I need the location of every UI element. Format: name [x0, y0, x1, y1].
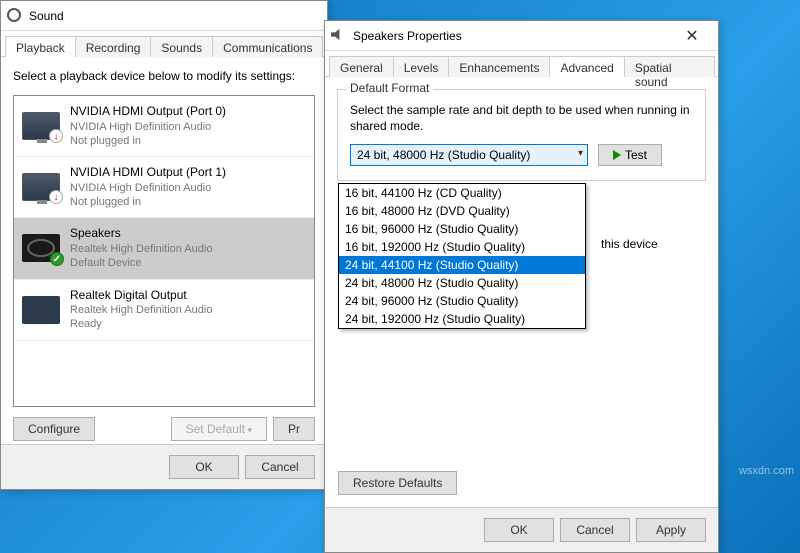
monitor-icon: [22, 173, 60, 201]
speakers-properties-window: Speakers Properties ✕ General Levels Enh…: [324, 20, 719, 553]
speaker-icon: [22, 234, 60, 262]
device-status: Not plugged in: [70, 134, 306, 148]
close-icon[interactable]: ✕: [672, 26, 712, 46]
format-combobox[interactable]: 24 bit, 48000 Hz (Studio Quality): [350, 144, 588, 166]
sound-tabs: Playback Recording Sounds Communications: [1, 31, 327, 57]
playback-instruction: Select a playback device below to modify…: [13, 69, 315, 83]
sound-window: Sound Playback Recording Sounds Communic…: [0, 0, 328, 490]
device-text: Realtek Digital OutputRealtek High Defin…: [70, 288, 306, 332]
cancel-button[interactable]: Cancel: [245, 455, 315, 479]
props-dialog-buttons: OK Cancel Apply: [325, 507, 718, 552]
ok-button[interactable]: OK: [484, 518, 554, 542]
sound-title: Sound: [29, 9, 321, 23]
format-option[interactable]: 24 bit, 44100 Hz (Studio Quality): [339, 256, 585, 274]
format-dropdown-list[interactable]: 16 bit, 44100 Hz (CD Quality)16 bit, 480…: [338, 183, 586, 329]
exclusive-partial-text: this device: [601, 237, 658, 251]
sound-titlebar[interactable]: Sound: [1, 1, 327, 31]
speaker-icon: [331, 28, 347, 44]
play-icon: [613, 150, 621, 160]
format-option[interactable]: 24 bit, 96000 Hz (Studio Quality): [339, 292, 585, 310]
test-button[interactable]: Test: [598, 144, 662, 166]
format-option[interactable]: 24 bit, 48000 Hz (Studio Quality): [339, 274, 585, 292]
format-row: 24 bit, 48000 Hz (Studio Quality) Test: [350, 144, 693, 166]
tab-advanced[interactable]: Advanced: [549, 56, 624, 77]
device-title: NVIDIA HDMI Output (Port 1): [70, 165, 306, 181]
tab-general[interactable]: General: [329, 56, 394, 77]
device-status: Not plugged in: [70, 195, 306, 209]
device-subtitle: NVIDIA High Definition Audio: [70, 120, 306, 134]
set-default-button[interactable]: Set Default: [171, 417, 267, 441]
format-option[interactable]: 16 bit, 44100 Hz (CD Quality): [339, 184, 585, 202]
format-option[interactable]: 16 bit, 48000 Hz (DVD Quality): [339, 202, 585, 220]
default-format-group: Default Format Select the sample rate an…: [337, 89, 706, 181]
arrow-down-icon: [49, 190, 63, 204]
restore-defaults-button[interactable]: Restore Defaults: [338, 471, 457, 495]
device-item[interactable]: NVIDIA HDMI Output (Port 0)NVIDIA High D…: [14, 96, 314, 157]
props-titlebar[interactable]: Speakers Properties ✕: [325, 21, 718, 51]
tab-spatial-sound[interactable]: Spatial sound: [624, 56, 715, 77]
props-title: Speakers Properties: [353, 29, 672, 43]
device-status: Default Device: [70, 256, 306, 270]
sound-dialog-buttons: OK Cancel: [1, 444, 327, 489]
format-option[interactable]: 16 bit, 192000 Hz (Studio Quality): [339, 238, 585, 256]
device-title: Realtek Digital Output: [70, 288, 306, 304]
digital-icon: [22, 296, 60, 324]
tab-playback[interactable]: Playback: [5, 36, 76, 57]
device-text: SpeakersRealtek High Definition AudioDef…: [70, 226, 306, 270]
tab-recording[interactable]: Recording: [75, 36, 152, 57]
device-item[interactable]: NVIDIA HDMI Output (Port 1)NVIDIA High D…: [14, 157, 314, 218]
playback-buttons-row: Configure Set Default Pr: [13, 407, 315, 441]
default-format-title: Default Format: [346, 81, 433, 95]
configure-button[interactable]: Configure: [13, 417, 95, 441]
ok-button[interactable]: OK: [169, 455, 239, 479]
device-item[interactable]: Realtek Digital OutputRealtek High Defin…: [14, 280, 314, 341]
format-selected: 24 bit, 48000 Hz (Studio Quality): [357, 148, 530, 162]
tab-levels[interactable]: Levels: [393, 56, 450, 77]
format-option[interactable]: 16 bit, 96000 Hz (Studio Quality): [339, 220, 585, 238]
cancel-button[interactable]: Cancel: [560, 518, 630, 542]
monitor-icon: [22, 112, 60, 140]
watermark: wsxdn.com: [739, 465, 794, 477]
tab-communications[interactable]: Communications: [212, 36, 323, 57]
format-option[interactable]: 24 bit, 192000 Hz (Studio Quality): [339, 310, 585, 328]
apply-button[interactable]: Apply: [636, 518, 706, 542]
tab-enhancements[interactable]: Enhancements: [448, 56, 550, 77]
tab-sounds[interactable]: Sounds: [150, 36, 213, 57]
device-status: Ready: [70, 317, 306, 331]
device-title: Speakers: [70, 226, 306, 242]
device-text: NVIDIA HDMI Output (Port 1)NVIDIA High D…: [70, 165, 306, 209]
props-tabs: General Levels Enhancements Advanced Spa…: [325, 51, 718, 77]
device-title: NVIDIA HDMI Output (Port 0): [70, 104, 306, 120]
arrow-down-icon: [49, 129, 63, 143]
playback-content: Select a playback device below to modify…: [1, 57, 327, 447]
check-icon: [50, 252, 64, 266]
test-label: Test: [625, 148, 647, 162]
device-list[interactable]: NVIDIA HDMI Output (Port 0)NVIDIA High D…: [13, 95, 315, 407]
device-subtitle: Realtek High Definition Audio: [70, 242, 306, 256]
advanced-content: Default Format Select the sample rate an…: [325, 77, 718, 507]
device-item[interactable]: SpeakersRealtek High Definition AudioDef…: [14, 218, 314, 279]
default-format-instruction: Select the sample rate and bit depth to …: [350, 102, 693, 134]
speaker-icon: [7, 8, 23, 24]
device-subtitle: Realtek High Definition Audio: [70, 303, 306, 317]
properties-button[interactable]: Pr: [273, 417, 315, 441]
device-text: NVIDIA HDMI Output (Port 0)NVIDIA High D…: [70, 104, 306, 148]
device-subtitle: NVIDIA High Definition Audio: [70, 181, 306, 195]
